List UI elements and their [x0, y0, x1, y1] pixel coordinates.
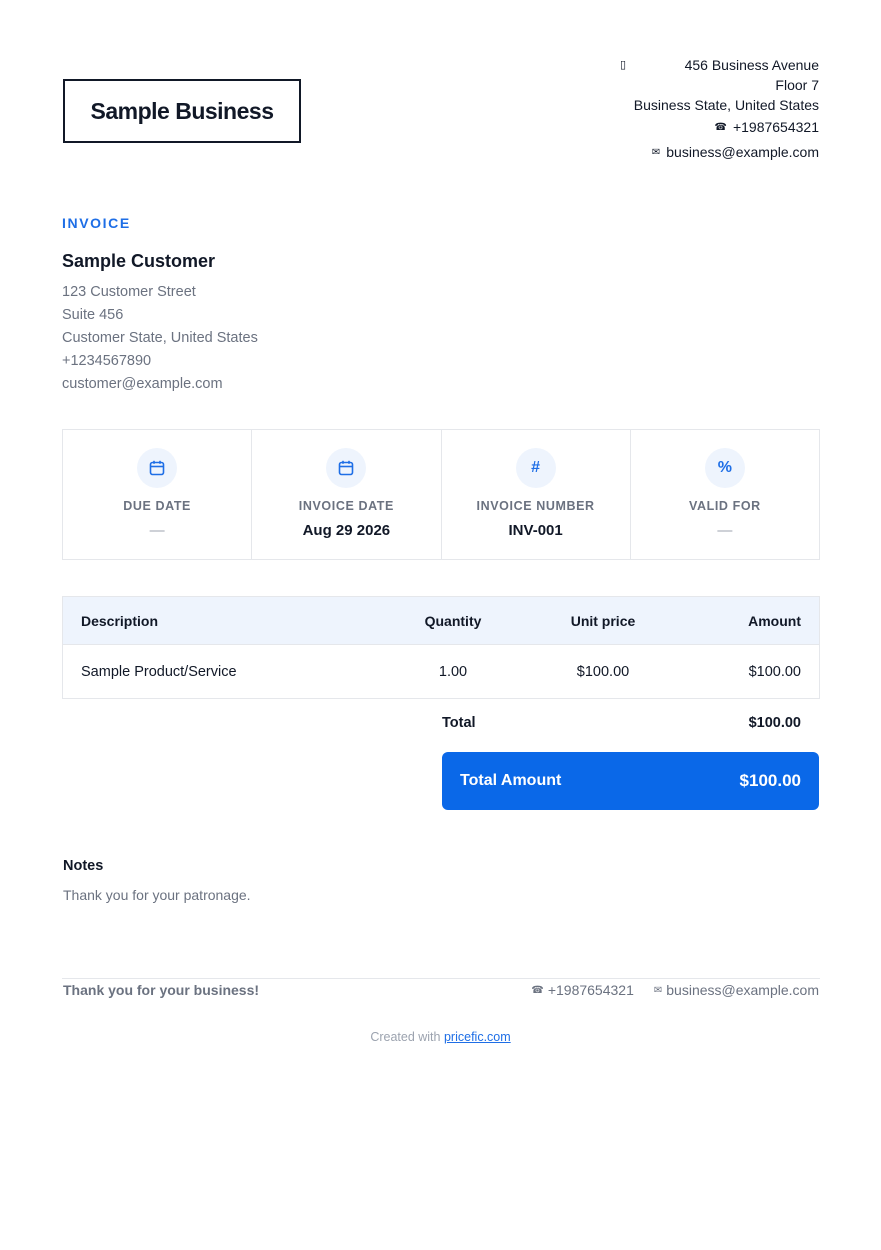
customer-email: customer@example.com: [62, 376, 223, 392]
footer-contacts: ☎ +1987654321 ✉ business@example.com: [531, 982, 819, 998]
item-quantity: 1.00: [438, 663, 468, 680]
customer-address-line: Customer State, United States: [62, 330, 258, 346]
meta-label: DUE DATE: [123, 499, 191, 513]
business-name: Sample Business: [90, 97, 274, 124]
meta-value: —: [149, 522, 165, 539]
table-header: Description Quantity Unit price Amount: [63, 597, 819, 645]
grand-total-value: $100.00: [739, 771, 801, 790]
header-description: Description: [81, 612, 159, 629]
grand-total-bar: Total Amount $100.00: [442, 752, 819, 810]
meta-value: Aug 29 2026: [302, 522, 391, 539]
customer-name: Sample Customer: [62, 251, 216, 271]
document-type-label: INVOICE: [62, 215, 131, 231]
business-address-line: 456 Business Avenue: [684, 57, 819, 73]
notes-text: Thank you for your patronage.: [63, 887, 251, 903]
invoice-meta-grid: DUE DATE — INVOICE DATE Aug 29 2026 # IN…: [62, 429, 820, 560]
notes-title: Notes: [63, 858, 104, 874]
footer-thanks: Thank you for your business!: [63, 982, 260, 998]
customer-address-line: Suite 456: [62, 307, 124, 323]
meta-value: INV-001: [508, 522, 563, 539]
customer-details: 123 Customer Street Suite 456 Customer S…: [62, 281, 258, 396]
created-with: Created with pricefic.com: [0, 1030, 881, 1044]
item-description: Sample Product/Service: [81, 663, 237, 680]
business-email-text: business@example.com: [666, 144, 819, 160]
mail-icon: ✉: [651, 146, 661, 158]
pricefic-link[interactable]: pricefic.com: [444, 1030, 511, 1044]
meta-label: INVOICE NUMBER: [476, 499, 595, 513]
meta-valid-for: % VALID FOR —: [631, 430, 819, 559]
business-phone-text: +1987654321: [732, 119, 819, 135]
subtotal-row: Total $100.00: [442, 715, 801, 731]
mail-icon: ✉: [653, 984, 663, 996]
percent-icon: %: [704, 448, 745, 488]
header-quantity: Quantity: [424, 612, 482, 629]
grand-total-label: Total Amount: [460, 772, 562, 789]
meta-invoice-number: # INVOICE NUMBER INV-001: [442, 430, 631, 559]
header-amount: Amount: [748, 612, 801, 629]
business-email: ✉ business@example.com: [652, 144, 819, 160]
footer-email-text: business@example.com: [666, 982, 819, 998]
business-address: 456 Business Avenue Floor 7 Business Sta…: [634, 55, 819, 115]
table-row: Sample Product/Service 1.00 $100.00 $100…: [63, 645, 819, 698]
footer-phone: ☎ +1987654321: [531, 982, 634, 998]
meta-label: INVOICE DATE: [298, 499, 394, 513]
customer-phone: +1234567890: [62, 353, 152, 369]
created-prefix: Created with: [370, 1030, 441, 1044]
footer-phone-text: +1987654321: [547, 982, 634, 998]
item-amount: $100.00: [748, 663, 801, 680]
meta-due-date: DUE DATE —: [63, 430, 253, 559]
total-label: Total: [442, 715, 476, 731]
footer-divider: [62, 978, 820, 979]
business-phone: ☎ +1987654321: [714, 119, 819, 135]
calendar-icon: [326, 448, 367, 488]
phone-icon: ☎: [714, 121, 727, 133]
phone-icon: ☎: [531, 984, 544, 996]
location-pin-icon: ▯: [620, 59, 627, 71]
meta-label: VALID FOR: [688, 499, 761, 513]
total-value: $100.00: [748, 715, 801, 731]
business-address-line: Floor 7: [775, 77, 819, 93]
footer-email: ✉ business@example.com: [654, 982, 819, 998]
calendar-icon: [137, 448, 178, 488]
meta-value: —: [717, 522, 733, 539]
business-address-line: Business State, United States: [633, 97, 819, 113]
hash-icon: #: [515, 448, 556, 488]
header-unit-price: Unit price: [570, 612, 636, 629]
customer-address-line: 123 Customer Street: [62, 284, 196, 300]
item-unit-price: $100.00: [576, 663, 630, 680]
meta-invoice-date: INVOICE DATE Aug 29 2026: [252, 430, 442, 559]
line-items-table: Description Quantity Unit price Amount S…: [62, 596, 820, 699]
business-logo: Sample Business: [63, 79, 301, 143]
